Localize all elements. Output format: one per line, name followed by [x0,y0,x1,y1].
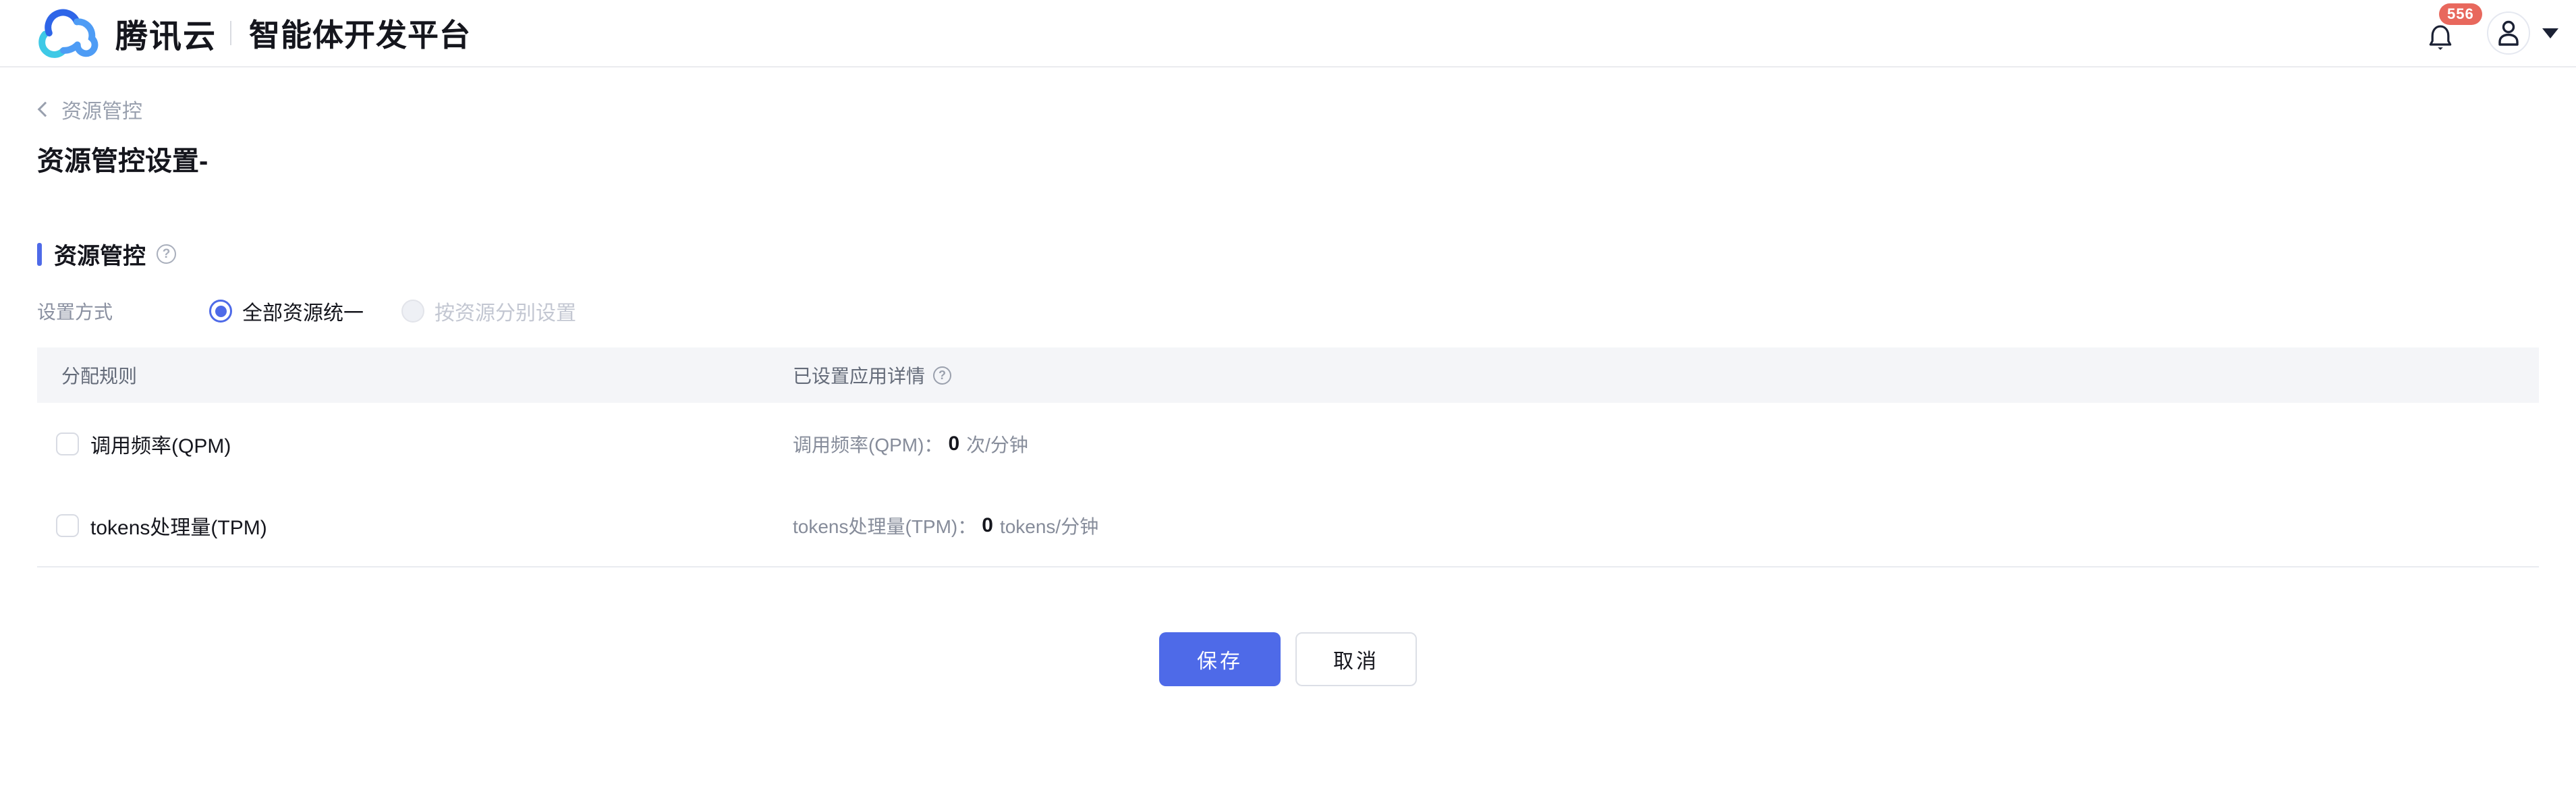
table-row-qpm: 调用频率(QPM) 调用频率(QPM)： 0 次/分钟 [37,403,2539,485]
column-header-rule: 分配规则 [37,362,793,389]
detail-value: 0 [982,514,993,537]
caret-down-icon[interactable] [2542,28,2558,38]
rule-name: tokens处理量(TPM) [90,511,267,540]
detail-unit: 次/分钟 [966,430,1028,457]
page: 腾讯云 智能体开发平台 556 资源管 [0,0,2576,807]
breadcrumb-label: 资源管控 [61,94,142,124]
rule-name: 调用频率(QPM) [90,429,231,459]
radio-label: 按资源分别设置 [435,296,576,326]
main-content: 资源管控 资源管控设置- 资源管控 ? 设置方式 全部资源统一 按资源分别设置 … [0,94,2576,686]
breadcrumb-back-link[interactable]: 资源管控 [37,94,142,124]
brand-divider [230,21,231,45]
detail-value: 0 [948,433,959,455]
section-header: 资源管控 ? [37,238,2539,271]
tencent-cloud-logo-icon [30,7,106,59]
section-accent-bar [37,243,42,266]
save-button[interactable]: 保存 [1159,632,1281,686]
cancel-button[interactable]: 取消 [1295,632,1417,686]
form-actions: 保存 取消 [37,632,2539,686]
page-title: 资源管控设置- [37,139,2539,178]
column-header-detail: 已设置应用详情 ? [793,362,2539,389]
column-header-detail-label: 已设置应用详情 [793,362,925,389]
chevron-left-icon [38,102,53,117]
notification-count-badge: 556 [2439,3,2482,25]
top-bar: 腾讯云 智能体开发平台 556 [0,0,2576,67]
section-title: 资源管控 [54,238,146,271]
product-name: 智能体开发平台 [249,11,471,55]
user-avatar-icon [2497,20,2520,46]
user-avatar-button[interactable] [2487,11,2530,55]
detail-help-icon[interactable]: ? [933,366,951,385]
allocation-rule-table: 分配规则 已设置应用详情 ? 调用频率(QPM) 调用频率(QPM)： 0 次/… [37,347,2539,567]
rule-cell: tokens处理量(TPM) [37,511,793,540]
radio-label: 全部资源统一 [242,296,364,326]
tpm-checkbox[interactable] [56,514,79,537]
detail-label: 调用频率(QPM)： [793,430,943,457]
detail-label: tokens处理量(TPM)： [793,512,976,539]
top-bar-right: 556 [2429,11,2558,55]
notification-bell-button[interactable]: 556 [2429,18,2452,48]
qpm-checkbox[interactable] [56,433,79,455]
detail-cell: tokens处理量(TPM)： 0 tokens/分钟 [793,512,2539,539]
rule-cell: 调用频率(QPM) [37,429,793,459]
brand-name: 腾讯云 [115,9,217,57]
table-row-tpm: tokens处理量(TPM) tokens处理量(TPM)： 0 tokens/… [37,485,2539,567]
detail-unit: tokens/分钟 [1000,512,1098,539]
radio-per-resource-disabled: 按资源分别设置 [401,296,576,326]
section-help-icon[interactable]: ? [157,244,176,264]
brand-home-link[interactable]: 腾讯云 智能体开发平台 [30,7,471,59]
column-header-rule-label: 分配规则 [61,362,137,389]
setting-method-row: 设置方式 全部资源统一 按资源分别设置 [37,296,2539,326]
radio-all-resources-unified[interactable]: 全部资源统一 [209,296,364,326]
radio-disabled-icon [401,300,424,323]
table-header-row: 分配规则 已设置应用详情 ? [37,347,2539,403]
setting-method-label: 设置方式 [37,298,209,325]
detail-cell: 调用频率(QPM)： 0 次/分钟 [793,430,2539,457]
radio-selected-icon [209,300,232,323]
bell-icon [2429,24,2452,53]
